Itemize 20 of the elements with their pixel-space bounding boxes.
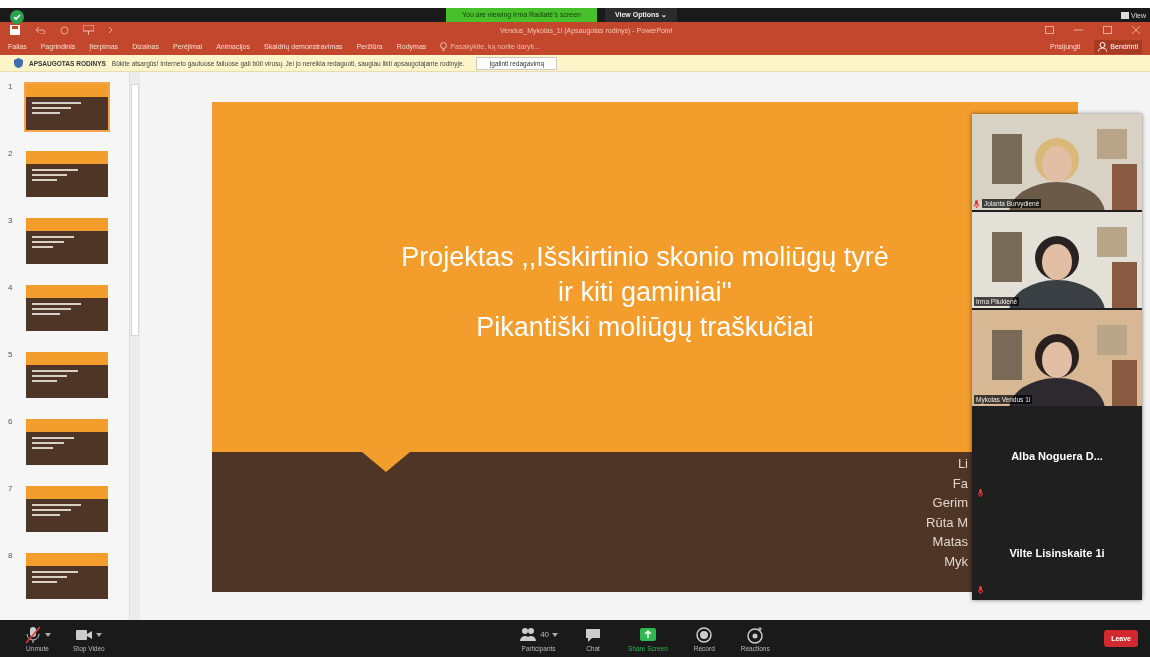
slide-title-line: ir kiti gaminiai'' bbox=[558, 275, 732, 309]
slide-number: 7 bbox=[8, 484, 14, 495]
slide-number: 2 bbox=[8, 149, 14, 160]
slide-number: 1 bbox=[8, 82, 14, 93]
author-name: Matas bbox=[932, 533, 968, 551]
participant-name: Vilte Lisinskaite 1i bbox=[1009, 546, 1105, 559]
slide-number: 3 bbox=[8, 216, 14, 227]
author-name: Gerim bbox=[932, 494, 968, 512]
slide-title-line: Pikantiški moliūgų traškučiai bbox=[476, 310, 814, 344]
participant-name: Alba Noguera D... bbox=[1011, 449, 1103, 462]
slide-number: 4 bbox=[8, 283, 14, 294]
author-name: Fa bbox=[952, 474, 968, 493]
author-name: Rūta M bbox=[926, 513, 968, 532]
author-name: Myk bbox=[944, 552, 968, 571]
slide-title-line: Projektas ,,Išskirtinio skonio moliūgų tyrė bbox=[401, 240, 889, 274]
participant-count: 40 bbox=[540, 630, 550, 639]
slide-number: 8 bbox=[8, 551, 14, 562]
slide-number: 5 bbox=[8, 350, 14, 361]
slide-number: 6 bbox=[8, 417, 14, 428]
author-name: Li bbox=[957, 455, 968, 473]
